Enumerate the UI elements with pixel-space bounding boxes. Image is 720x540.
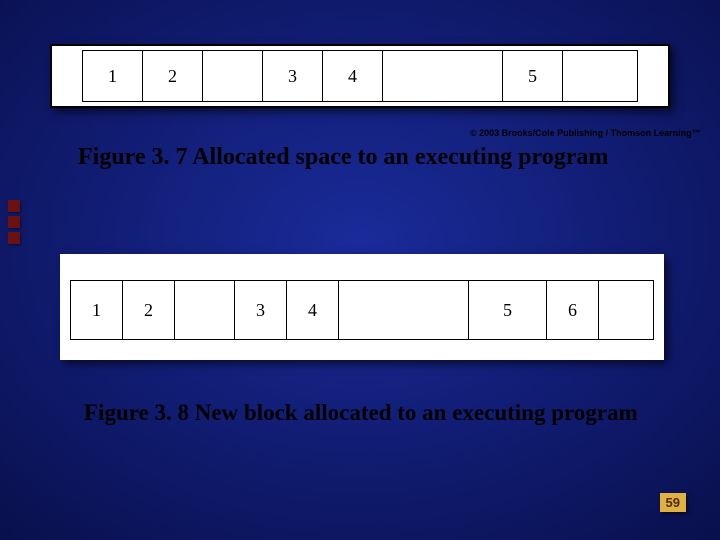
blocks-row: 12 34 5	[82, 50, 638, 102]
memory-block: 3	[235, 281, 287, 339]
figure-3-7-label: Figure 3. 7	[78, 144, 188, 170]
memory-gap	[599, 281, 655, 339]
memory-gap	[175, 281, 235, 339]
decorative-box	[8, 232, 20, 244]
page-number: 59	[660, 493, 686, 512]
figure-3-8-label: Figure 3. 8	[84, 400, 189, 425]
blocks-row: 12 34 56	[70, 280, 654, 340]
memory-block: 6	[547, 281, 599, 339]
memory-block: 4	[323, 51, 383, 101]
figure-3-7-caption-text: Allocated space to an executing program	[188, 144, 609, 170]
slide: 12345 © 2003 Brooks/Cole Publishing / Th…	[0, 0, 720, 540]
figure-3-7-diagram: 12 34 5	[50, 44, 670, 108]
figure-3-8-caption-text: New block allocated to an executing prog…	[189, 400, 638, 425]
memory-gap	[203, 51, 263, 101]
memory-block: 3	[263, 51, 323, 101]
memory-gap	[339, 281, 469, 339]
memory-block: 2	[123, 281, 175, 339]
memory-block: 4	[287, 281, 339, 339]
memory-gap	[383, 51, 503, 101]
figure-3-8-diagram: 12 34 56	[60, 254, 664, 360]
decorative-sidebar	[8, 200, 20, 340]
memory-block: 1	[71, 281, 123, 339]
figure-3-7-caption: Figure 3. 7 Allocated space to an execut…	[78, 144, 608, 171]
copyright-text: © 2003 Brooks/Cole Publishing / Thomson …	[470, 128, 701, 138]
figure-3-8-caption: Figure 3. 8 New block allocated to an ex…	[84, 400, 638, 426]
memory-gap	[563, 51, 643, 101]
decorative-box	[8, 216, 20, 228]
memory-block: 5	[503, 51, 563, 101]
memory-block: 1	[83, 51, 143, 101]
memory-block: 5	[469, 281, 547, 339]
decorative-box	[8, 200, 20, 212]
memory-block: 2	[143, 51, 203, 101]
